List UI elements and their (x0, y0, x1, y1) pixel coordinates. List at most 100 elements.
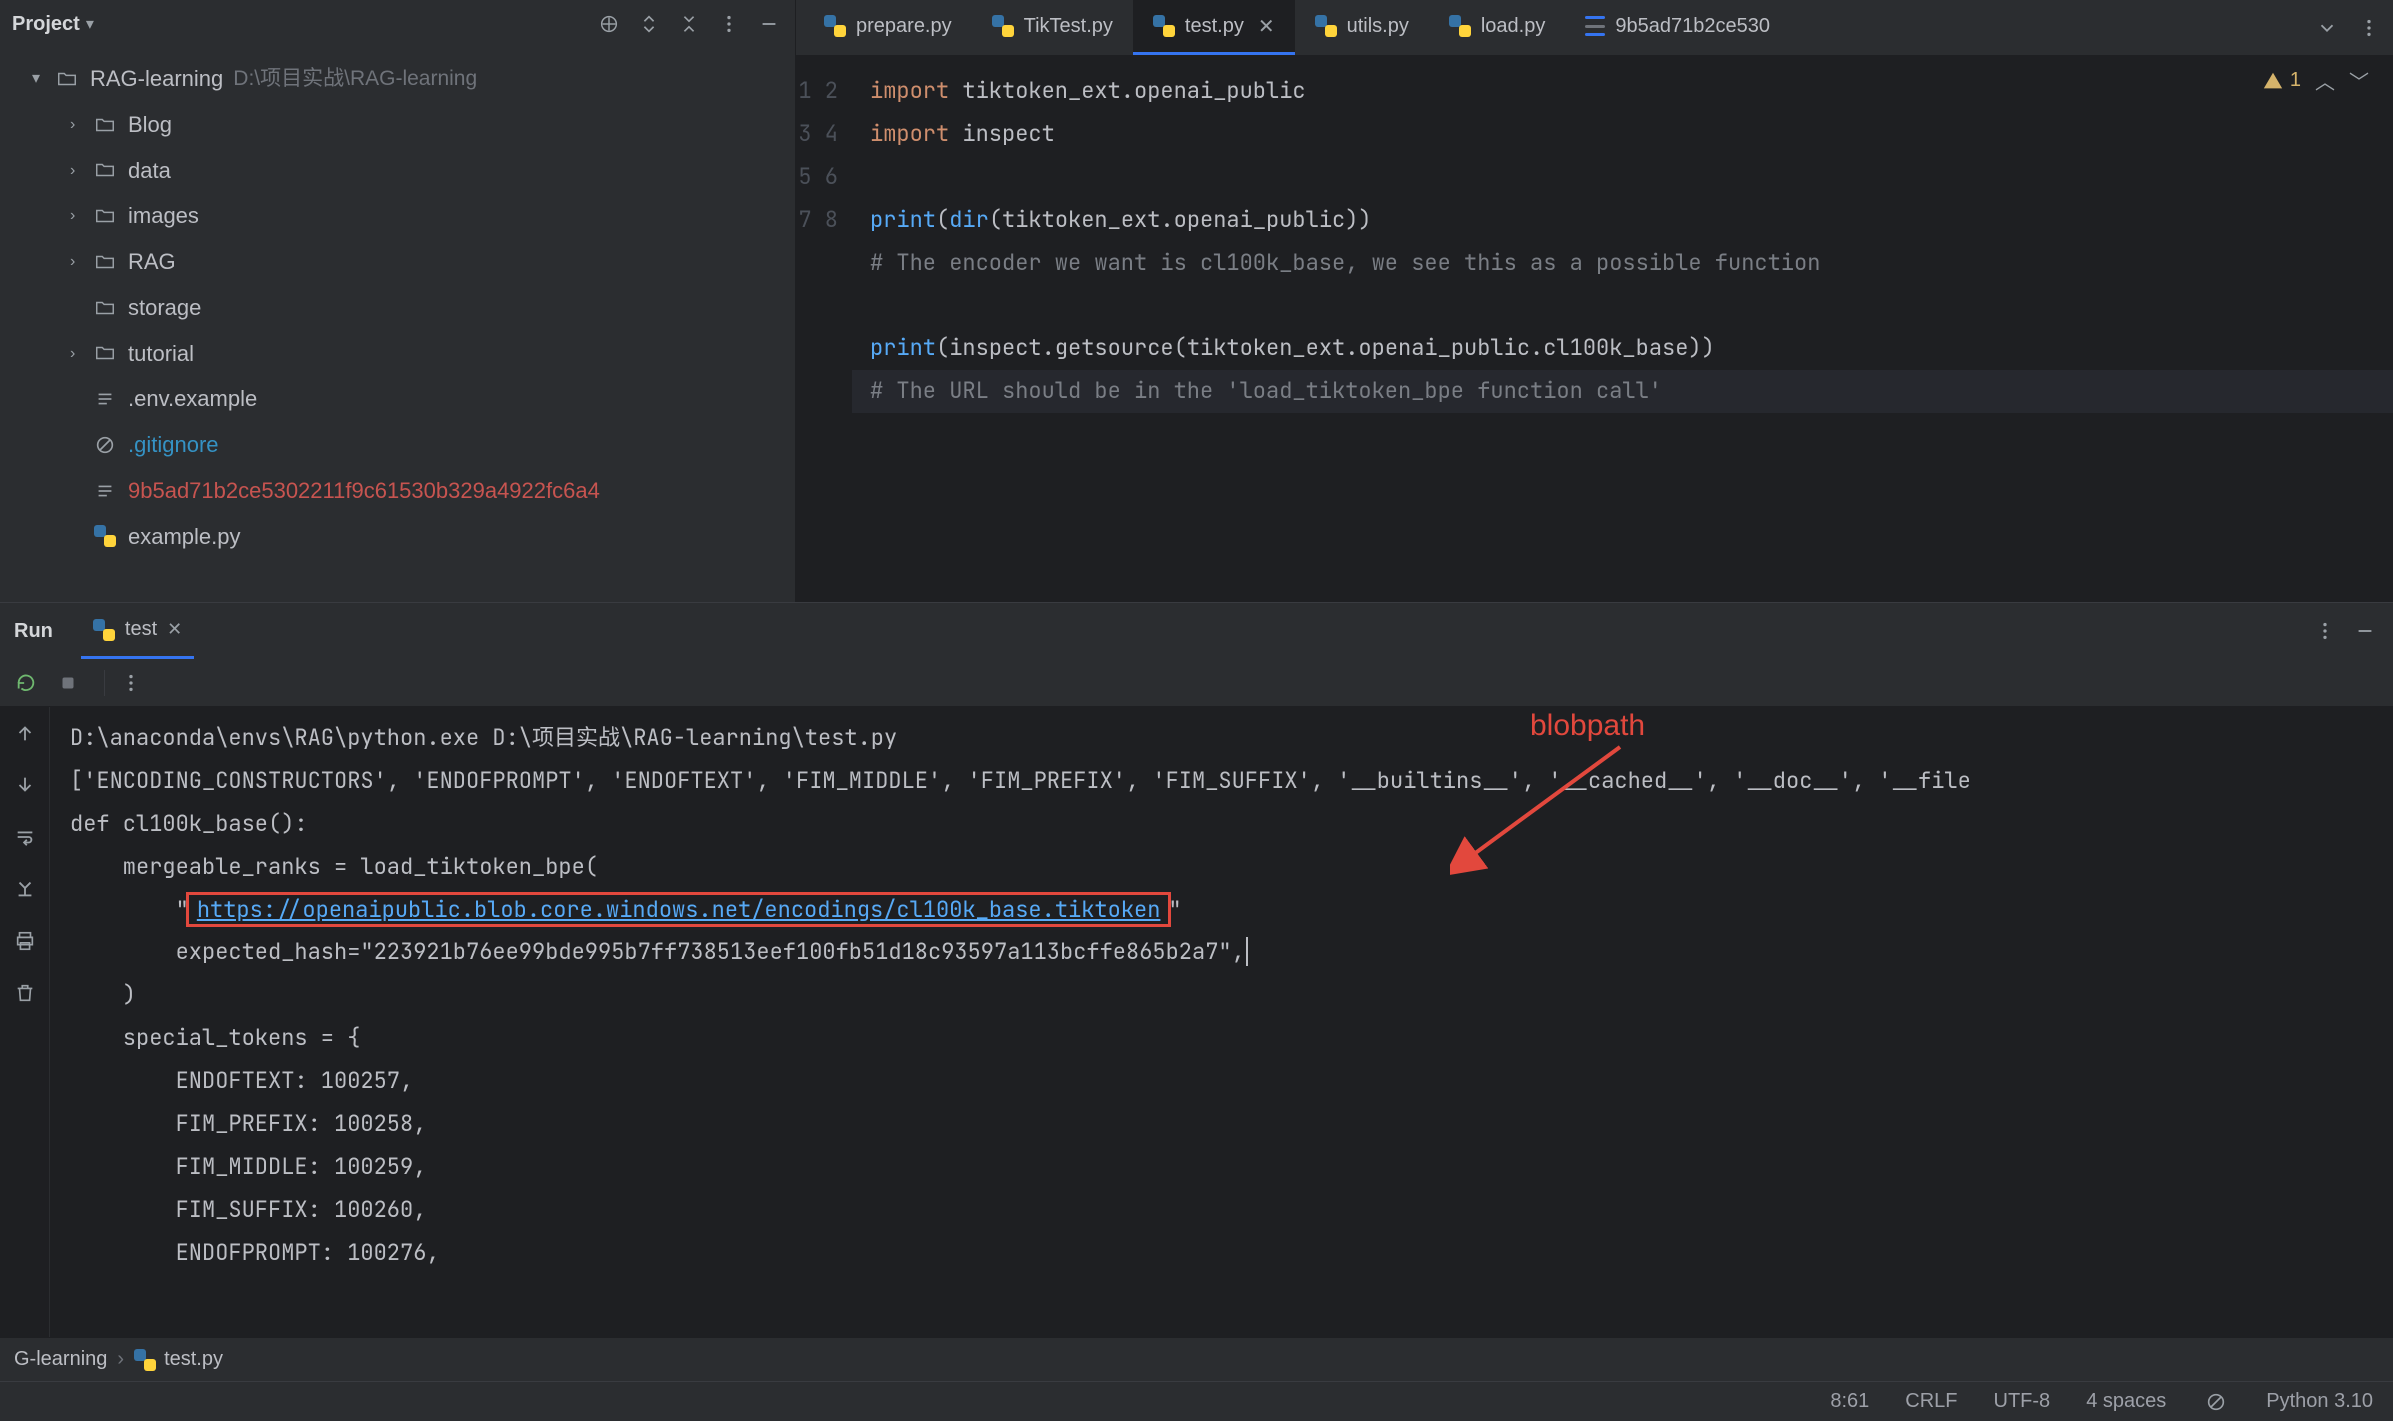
python-file-icon (1153, 15, 1175, 37)
tab-diff[interactable]: 9b5ad71b2ce530 (1565, 0, 1790, 55)
tab-label: prepare.py (856, 15, 952, 38)
code-content[interactable]: import tiktoken_ext.openai_public import… (852, 56, 2393, 602)
tab-tiktest[interactable]: TikTest.py (972, 0, 1133, 55)
readonly-toggle-icon[interactable] (2202, 1388, 2230, 1416)
project-header: Project ▾ (0, 0, 795, 48)
indent-setting[interactable]: 4 spaces (2086, 1390, 2166, 1413)
folder-label: images (128, 193, 199, 239)
python-file-icon (93, 619, 115, 641)
project-tree[interactable]: ▾ RAG-learning D:\项目实战\RAG-learning › Blo… (0, 48, 795, 559)
chevron-down-icon: ▾ (32, 62, 50, 95)
tree-file-example[interactable]: example.py (0, 514, 795, 560)
console-output[interactable]: D:\anaconda\envs\RAG\python.exe D:\项目实战\… (50, 707, 2393, 1337)
run-header: Run test ✕ (0, 603, 2393, 659)
tree-folder-blog[interactable]: › Blog (0, 102, 795, 148)
caret-position[interactable]: 8:61 (1830, 1390, 1869, 1413)
folder-label: data (128, 148, 171, 194)
tree-file-hash[interactable]: 9b5ad71b2ce5302211f9c61530b329a4922fc6a4 (0, 468, 795, 514)
file-label: example.py (128, 514, 241, 560)
project-title[interactable]: Project (12, 13, 80, 36)
text-file-icon (92, 478, 118, 504)
folder-icon (92, 203, 118, 229)
tree-file-gitignore[interactable]: .gitignore (0, 422, 795, 468)
folder-label: tutorial (128, 331, 194, 377)
python-interpreter[interactable]: Python 3.10 (2266, 1390, 2373, 1413)
tree-folder-tutorial[interactable]: › tutorial (0, 331, 795, 377)
chevron-right-icon: › (70, 199, 88, 232)
tab-label: load.py (1481, 15, 1546, 38)
clear-all-icon[interactable] (9, 977, 41, 1009)
folder-label: Blog (128, 102, 172, 148)
tree-folder-rag[interactable]: ›RAG (0, 239, 795, 285)
down-stack-icon[interactable] (9, 769, 41, 801)
tree-file-env[interactable]: .env.example (0, 376, 795, 422)
stop-icon[interactable] (52, 667, 84, 699)
folder-icon (92, 112, 118, 138)
chevron-right-icon: › (70, 337, 88, 370)
root-path: D:\项目实战\RAG-learning (233, 57, 477, 101)
show-tabs-dropdown-icon[interactable] (2313, 14, 2341, 42)
soft-wrap-icon[interactable] (9, 821, 41, 853)
crumb-item[interactable]: G-learning (14, 1348, 107, 1371)
folder-icon (92, 295, 118, 321)
console-line: expected_hash="223921b76ee99bde995b7ff73… (70, 937, 1245, 966)
collapse-all-icon[interactable] (675, 10, 703, 38)
console-line: special_tokens = { (70, 1023, 360, 1052)
run-tab-label: test (125, 618, 157, 641)
console-line: D:\anaconda\envs\RAG\python.exe D:\项目实战\… (70, 723, 897, 752)
more-icon[interactable] (715, 10, 743, 38)
chevron-right-icon: › (70, 108, 88, 141)
run-toolbar (0, 659, 2393, 707)
annotation-arrow-icon (1450, 737, 1650, 877)
run-tool-window: Run test ✕ (0, 602, 2393, 1337)
tab-label: test.py (1185, 15, 1244, 38)
close-tab-icon[interactable]: ✕ (167, 619, 182, 640)
console-line: mergeable_ranks = load_tiktoken_bpe( (70, 852, 598, 881)
tab-load[interactable]: load.py (1429, 0, 1566, 55)
chevron-down-icon[interactable]: ▾ (86, 14, 94, 34)
expand-all-icon[interactable] (635, 10, 663, 38)
python-file-icon (1315, 15, 1337, 37)
rerun-icon[interactable] (10, 667, 42, 699)
annotation-label: blobpath (1530, 707, 1645, 756)
console-line: ['ENCODING_CONSTRUCTORS', 'ENDOFPROMPT',… (70, 766, 1971, 795)
run-tab-test[interactable]: test ✕ (81, 603, 194, 659)
hide-panel-icon[interactable] (2351, 617, 2379, 645)
line-separator[interactable]: CRLF (1905, 1390, 1957, 1413)
up-stack-icon[interactable] (9, 717, 41, 749)
tab-test[interactable]: test.py ✕ (1133, 0, 1295, 55)
more-icon[interactable] (2311, 617, 2339, 645)
python-file-icon (134, 1349, 156, 1371)
file-encoding[interactable]: UTF-8 (1994, 1390, 2051, 1413)
status-bar: 8:61 CRLF UTF-8 4 spaces Python 3.10 (0, 1381, 2393, 1421)
folder-icon (92, 340, 118, 366)
tree-root[interactable]: ▾ RAG-learning D:\项目实战\RAG-learning (0, 56, 795, 102)
hide-panel-icon[interactable] (755, 10, 783, 38)
select-opened-file-icon[interactable] (595, 10, 623, 38)
folder-label: storage (128, 285, 201, 331)
python-file-icon (824, 15, 846, 37)
close-tab-icon[interactable]: ✕ (1258, 14, 1275, 39)
tab-utils[interactable]: utils.py (1295, 0, 1429, 55)
folder-icon (92, 249, 118, 275)
tab-label: TikTest.py (1024, 15, 1113, 38)
console-line: ENDOFPROMPT: 100276, (70, 1238, 440, 1267)
code-editor[interactable]: 1 ︿ ﹀ 1 2 3 4 5 6 7 8 import tiktoken_ex… (796, 56, 2393, 602)
tree-folder-images[interactable]: › images (0, 193, 795, 239)
tab-prepare[interactable]: prepare.py (804, 0, 972, 55)
scroll-to-end-icon[interactable] (9, 873, 41, 905)
navigation-bar[interactable]: G-learning › test.py (0, 1337, 2393, 1381)
print-icon[interactable] (9, 925, 41, 957)
tab-label: 9b5ad71b2ce530 (1615, 15, 1770, 38)
more-icon[interactable] (2355, 14, 2383, 42)
tree-folder-storage[interactable]: storage (0, 285, 795, 331)
project-tool-window: Project ▾ ▾ RAG-learning D:\项目实战\RAG-lea… (0, 0, 796, 602)
root-name: RAG-learning (90, 56, 223, 102)
more-icon[interactable] (115, 667, 147, 699)
crumb-item[interactable]: test.py (164, 1348, 223, 1371)
python-file-icon (92, 523, 118, 549)
file-label: 9b5ad71b2ce5302211f9c61530b329a4922fc6a4 (128, 468, 600, 514)
console-line: " (70, 895, 189, 924)
tree-folder-data[interactable]: ›data (0, 148, 795, 194)
url-link[interactable]: https://openaipublic.blob.core.windows.n… (197, 895, 1161, 924)
